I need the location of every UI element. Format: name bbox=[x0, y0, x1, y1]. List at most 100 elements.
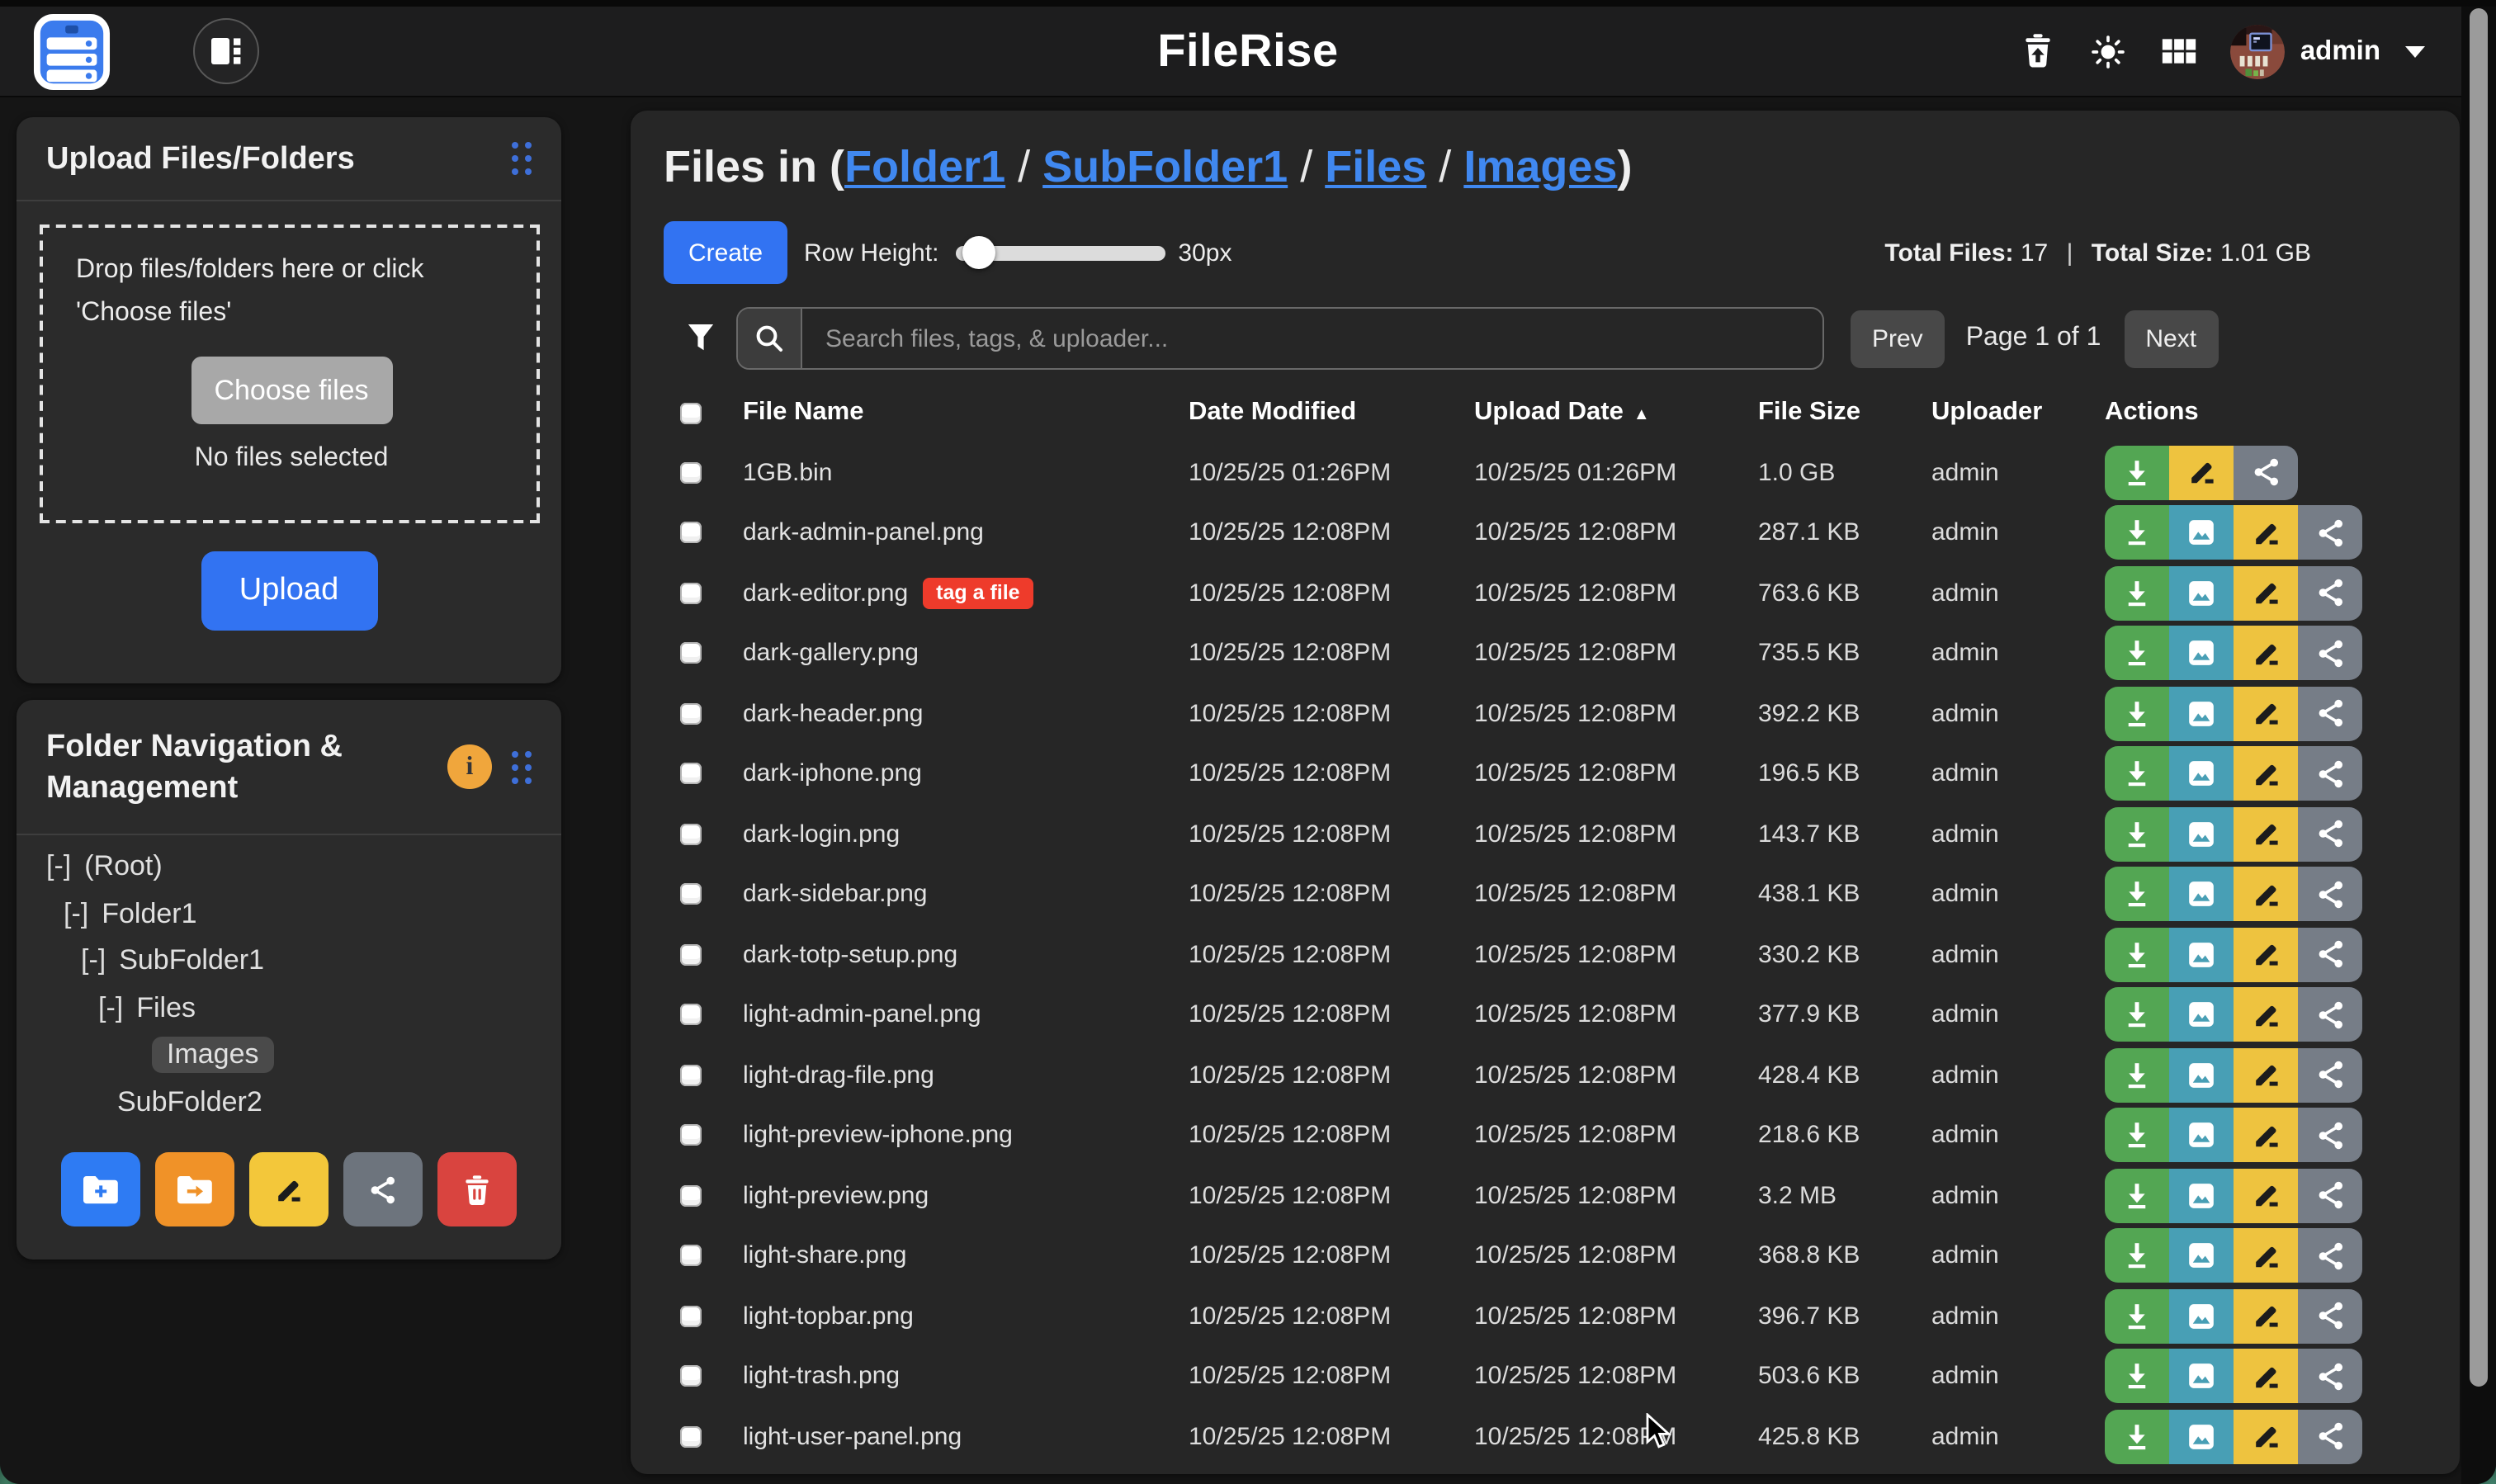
file-name[interactable]: dark-header.png bbox=[743, 700, 924, 728]
table-row[interactable]: dark-iphone.png 10/25/25 12:08PM 10/25/2… bbox=[631, 744, 2460, 804]
share-button[interactable] bbox=[2298, 626, 2362, 681]
download-button[interactable] bbox=[2105, 1289, 2169, 1344]
table-row[interactable]: 1GB.bin 10/25/25 01:26PM 10/25/25 01:26P… bbox=[631, 442, 2460, 503]
row-checkbox[interactable] bbox=[680, 643, 702, 664]
tree-label[interactable]: Files bbox=[136, 992, 196, 1025]
sidebar-toggle-button[interactable] bbox=[193, 18, 259, 84]
edit-button[interactable] bbox=[2169, 446, 2234, 500]
preview-button[interactable] bbox=[2169, 626, 2234, 681]
next-page-button[interactable]: Next bbox=[2124, 310, 2218, 367]
download-button[interactable] bbox=[2105, 928, 2169, 982]
info-icon[interactable]: i bbox=[447, 744, 492, 789]
share-button[interactable] bbox=[2298, 687, 2362, 741]
edit-button[interactable] bbox=[2234, 928, 2298, 982]
slider-thumb[interactable] bbox=[962, 236, 995, 269]
tree-label-selected[interactable]: Images bbox=[152, 1037, 274, 1074]
download-button[interactable] bbox=[2105, 1048, 2169, 1103]
column-file-name[interactable]: File Name bbox=[743, 398, 1189, 428]
table-row[interactable]: dark-admin-panel.png 10/25/25 12:08PM 10… bbox=[631, 503, 2460, 563]
row-checkbox[interactable] bbox=[680, 824, 702, 845]
move-folder-button[interactable] bbox=[155, 1152, 234, 1226]
share-button[interactable] bbox=[2234, 446, 2298, 500]
download-button[interactable] bbox=[2105, 687, 2169, 741]
column-file-size[interactable]: File Size bbox=[1758, 398, 1931, 428]
preview-button[interactable] bbox=[2169, 566, 2234, 621]
rename-folder-button[interactable] bbox=[249, 1152, 329, 1226]
edit-button[interactable] bbox=[2234, 1108, 2298, 1163]
avatar[interactable] bbox=[2231, 24, 2286, 78]
user-menu-label[interactable]: admin bbox=[2300, 35, 2380, 67]
file-name[interactable]: light-topbar.png bbox=[743, 1302, 914, 1330]
create-folder-button[interactable] bbox=[61, 1152, 140, 1226]
tree-label[interactable]: (Root) bbox=[84, 851, 162, 884]
table-row[interactable]: light-drag-file.png 10/25/25 12:08PM 10/… bbox=[631, 1045, 2460, 1105]
drag-handle-icon[interactable] bbox=[512, 142, 532, 175]
share-button[interactable] bbox=[2298, 1169, 2362, 1223]
row-checkbox[interactable] bbox=[680, 462, 702, 484]
share-button[interactable] bbox=[2298, 566, 2362, 621]
download-button[interactable] bbox=[2105, 1108, 2169, 1163]
share-button[interactable] bbox=[2298, 747, 2362, 801]
tree-item-folder1[interactable]: [-]Folder1 bbox=[17, 891, 561, 938]
preview-button[interactable] bbox=[2169, 1169, 2234, 1223]
row-checkbox[interactable] bbox=[680, 1065, 702, 1086]
edit-button[interactable] bbox=[2234, 807, 2298, 862]
tree-label[interactable]: Folder1 bbox=[102, 898, 196, 931]
tree-item-subfolder2[interactable]: SubFolder2 bbox=[17, 1079, 561, 1126]
share-button[interactable] bbox=[2298, 867, 2362, 922]
row-checkbox[interactable] bbox=[680, 522, 702, 544]
share-button[interactable] bbox=[2298, 928, 2362, 982]
edit-button[interactable] bbox=[2234, 626, 2298, 681]
row-checkbox[interactable] bbox=[680, 1185, 702, 1207]
preview-button[interactable] bbox=[2169, 1108, 2234, 1163]
file-name[interactable]: 1GB.bin bbox=[743, 459, 832, 487]
share-button[interactable] bbox=[2298, 1048, 2362, 1103]
share-button[interactable] bbox=[2298, 506, 2362, 560]
table-row[interactable]: dark-gallery.png 10/25/25 12:08PM 10/25/… bbox=[631, 623, 2460, 683]
preview-button[interactable] bbox=[2169, 687, 2234, 741]
edit-button[interactable] bbox=[2234, 506, 2298, 560]
share-button[interactable] bbox=[2298, 1108, 2362, 1163]
preview-button[interactable] bbox=[2169, 867, 2234, 922]
preview-button[interactable] bbox=[2169, 807, 2234, 862]
tree-label[interactable]: SubFolder2 bbox=[117, 1086, 262, 1119]
download-button[interactable] bbox=[2105, 1349, 2169, 1404]
column-uploader[interactable]: Uploader bbox=[1931, 398, 2105, 428]
download-button[interactable] bbox=[2105, 446, 2169, 500]
edit-button[interactable] bbox=[2234, 1229, 2298, 1283]
edit-button[interactable] bbox=[2234, 1410, 2298, 1464]
column-upload-date[interactable]: Upload Date▲ bbox=[1474, 398, 1758, 428]
search-input[interactable] bbox=[802, 309, 1822, 368]
select-all-checkbox[interactable] bbox=[680, 402, 702, 423]
column-date-modified[interactable]: Date Modified bbox=[1189, 398, 1474, 428]
edit-button[interactable] bbox=[2234, 747, 2298, 801]
row-checkbox[interactable] bbox=[680, 1245, 702, 1267]
download-button[interactable] bbox=[2105, 626, 2169, 681]
file-name[interactable]: dark-iphone.png bbox=[743, 760, 922, 788]
row-checkbox[interactable] bbox=[680, 1426, 702, 1448]
breadcrumb-link[interactable]: SubFolder1 bbox=[1042, 142, 1288, 191]
breadcrumb-link[interactable]: Files bbox=[1325, 142, 1426, 191]
table-row[interactable]: dark-totp-setup.png 10/25/25 12:08PM 10/… bbox=[631, 924, 2460, 985]
preview-button[interactable] bbox=[2169, 988, 2234, 1042]
table-row[interactable]: light-topbar.png 10/25/25 12:08PM 10/25/… bbox=[631, 1286, 2460, 1346]
row-checkbox[interactable] bbox=[680, 1125, 702, 1146]
row-height-slider[interactable] bbox=[955, 245, 1165, 260]
edit-button[interactable] bbox=[2234, 687, 2298, 741]
app-logo[interactable] bbox=[33, 12, 111, 90]
download-button[interactable] bbox=[2105, 807, 2169, 862]
share-button[interactable] bbox=[2298, 1229, 2362, 1283]
theme-toggle-button[interactable] bbox=[2091, 33, 2127, 69]
tree-toggle-icon[interactable]: [-] bbox=[81, 945, 106, 978]
file-name[interactable]: dark-totp-setup.png bbox=[743, 941, 957, 969]
preview-button[interactable] bbox=[2169, 1410, 2234, 1464]
edit-button[interactable] bbox=[2234, 867, 2298, 922]
preview-button[interactable] bbox=[2169, 1289, 2234, 1344]
preview-button[interactable] bbox=[2169, 1048, 2234, 1103]
table-row[interactable]: dark-header.png 10/25/25 12:08PM 10/25/2… bbox=[631, 683, 2460, 744]
scrollbar-thumb[interactable] bbox=[2470, 8, 2488, 1387]
download-button[interactable] bbox=[2105, 747, 2169, 801]
download-button[interactable] bbox=[2105, 1410, 2169, 1464]
share-button[interactable] bbox=[2298, 1410, 2362, 1464]
trash-restore-button[interactable] bbox=[2020, 33, 2056, 69]
